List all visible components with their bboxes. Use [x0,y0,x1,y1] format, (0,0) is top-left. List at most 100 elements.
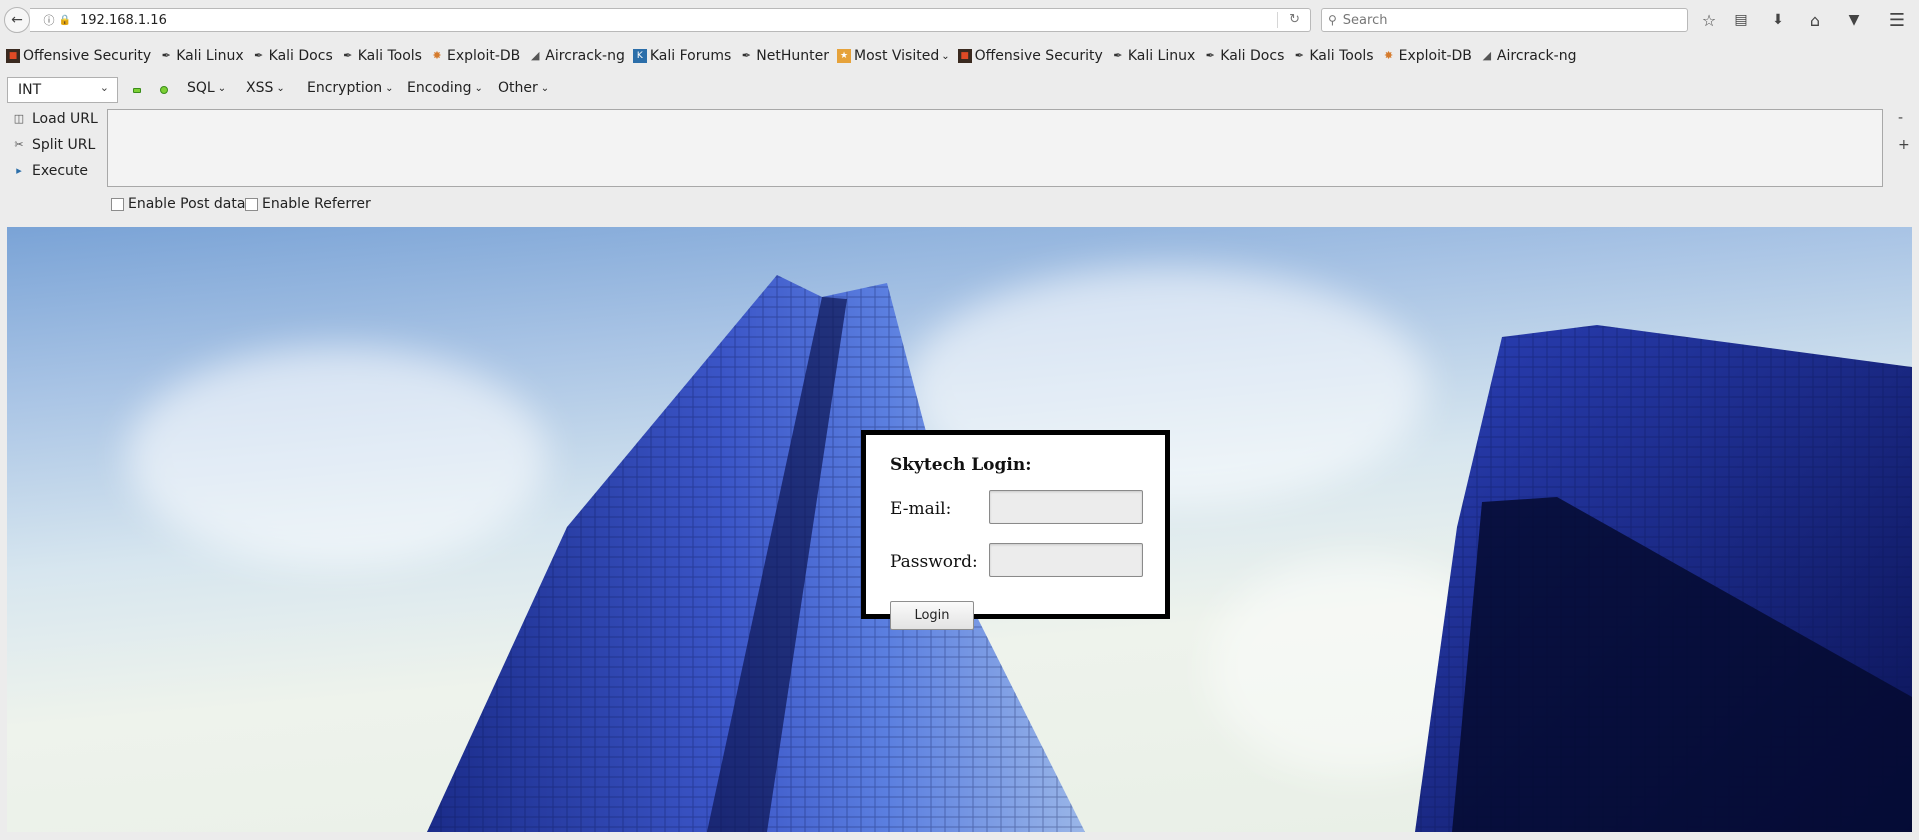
most-visited-icon: ★ [837,49,852,63]
kali-dragon-icon: ✒ [254,49,264,62]
bookmark-offensive-security[interactable]: ■ Offensive Security [957,48,1103,64]
bookmark-kali-docs[interactable]: ✒ Kali Docs [1203,48,1285,64]
load-url-button[interactable]: ◫ Load URL [12,111,98,127]
email-field[interactable] [989,490,1143,524]
load-url-icon: ◫ [13,112,25,125]
decrease-icon[interactable] [133,88,141,93]
bookmark-kali-linux[interactable]: ✒ Kali Linux [1111,48,1195,64]
shrink-textarea-button[interactable]: - [1898,110,1903,126]
kali-dragon-icon: ✒ [343,49,353,62]
bookmark-aircrack-ng[interactable]: ◢ Aircrack-ng [1480,48,1577,64]
hackbar-menu-encryption[interactable]: Encryption ⌄ [307,80,394,96]
bookmark-offensive-security[interactable]: ■ Offensive Security [6,48,151,64]
bookmark-label: Offensive Security [23,48,152,64]
search-bar[interactable]: ⚲ Search [1321,8,1688,32]
info-icon[interactable]: ⓘ [40,12,58,28]
bookmark-label: Kali Forums [649,48,732,64]
home-icon[interactable]: ⌂ [1804,9,1826,31]
search-placeholder[interactable]: Search [1343,13,1388,28]
back-arrow-icon[interactable]: ← [4,7,30,33]
checkbox-box[interactable] [245,197,258,211]
search-icon: ⚲ [1328,13,1337,27]
login-button[interactable]: Login [890,601,974,630]
menu-label: Encryption [307,80,383,96]
login-title: Skytech Login: [890,455,1032,475]
aircrack-icon: ◢ [1482,49,1492,62]
email-label: E-mail: [890,499,952,519]
password-field[interactable] [989,543,1143,577]
bookmark-kali-forums[interactable]: K Kali Forums [632,48,732,64]
chevron-down-icon: ⌄ [99,81,109,94]
exploit-db-icon: ✸ [1384,49,1394,62]
bookmark-kali-tools[interactable]: ✒ Kali Tools [341,48,422,64]
bookmarks-toolbar: ■ Offensive Security ✒ Kali Linux ✒ Kali Do… [6,46,1584,66]
bookmark-label: Aircrack-ng [1496,48,1577,64]
hamburger-menu-icon[interactable]: ☰ [1886,9,1908,31]
bookmark-kali-linux[interactable]: ✒ Kali Linux [159,48,244,64]
reload-icon[interactable]: ↻ [1289,12,1300,27]
chevron-down-icon: ⌄ [941,50,950,62]
hackbar-menu-xss[interactable]: XSS ⌄ [246,80,285,96]
scissors-icon: ✂ [14,138,24,151]
kali-dragon-icon: ✒ [1294,49,1304,62]
checkbox-label: Enable Referrer [262,196,371,212]
chevron-down-icon: ⌄ [276,82,285,94]
kali-forums-icon: K [632,49,647,63]
bookmark-star-icon[interactable]: ☆ [1698,9,1720,31]
password-label: Password: [890,552,978,572]
pocket-icon[interactable]: ▼ [1843,9,1865,31]
increase-icon[interactable] [160,86,168,94]
login-form: Skytech Login: E-mail: Password: Login [861,430,1170,630]
kali-dragon-icon: ✒ [1113,49,1123,62]
bookmark-label: Kali Linux [176,48,244,64]
kali-dragon-icon: ✒ [1205,49,1215,62]
expand-textarea-button[interactable]: + [1898,137,1910,153]
offensive-security-icon: ■ [957,49,972,63]
split-url-button[interactable]: ✂ Split URL [12,137,95,153]
bookmark-label: Aircrack-ng [545,48,625,64]
url-bar[interactable]: ⓘ 🔒 192.168.1.16 ↻ [30,8,1311,32]
execute-button[interactable]: ▸ Execute [12,163,88,179]
bookmark-label: NetHunter [756,48,830,64]
menu-label: Encoding [407,80,472,96]
bookmark-label: Kali Tools [357,48,422,64]
reading-list-icon[interactable]: ▤ [1730,9,1752,31]
bookmark-label: Kali Docs [1220,48,1285,64]
chevron-down-icon: ⌄ [474,82,483,94]
offensive-security-icon: ■ [6,49,20,63]
execute-label: Execute [32,163,88,179]
play-icon: ▸ [16,164,22,177]
bookmark-nethunter[interactable]: ✒ NetHunter [739,48,829,64]
menu-label: XSS [246,80,274,96]
bookmark-kali-docs[interactable]: ✒ Kali Docs [252,48,333,64]
url-text[interactable]: 192.168.1.16 [80,13,167,28]
url-divider [1277,12,1278,28]
hackbar-menu-sql[interactable]: SQL ⌄ [187,80,226,96]
bookmark-exploit-db[interactable]: ✸ Exploit-DB [1382,48,1472,64]
hackbar-menu-other[interactable]: Other ⌄ [498,80,549,96]
hackbar-select-value: INT [18,82,42,98]
bookmark-aircrack-ng[interactable]: ◢ Aircrack-ng [528,48,625,64]
bookmark-label: Most Visited [854,48,940,64]
download-icon[interactable]: ⬇ [1767,9,1789,31]
checkbox-box[interactable] [111,197,124,211]
hackbar-menu-encoding[interactable]: Encoding ⌄ [407,80,483,96]
hackbar-type-select[interactable]: INT ⌄ [7,77,118,103]
menu-label: SQL [187,80,215,96]
bookmark-label: Kali Docs [268,48,333,64]
kali-dragon-icon: ✒ [161,49,171,62]
checkbox-label: Enable Post data [128,196,246,212]
bookmark-kali-tools[interactable]: ✒ Kali Tools [1292,48,1374,64]
bookmark-exploit-db[interactable]: ✸ Exploit-DB [430,48,520,64]
bookmark-label: Exploit-DB [446,48,521,64]
enable-referrer-checkbox[interactable]: Enable Referrer [245,196,371,212]
enable-post-data-checkbox[interactable]: Enable Post data [111,196,245,212]
hackbar-url-textarea[interactable] [107,109,1883,187]
bookmark-label: Exploit-DB [1398,48,1472,64]
bookmark-most-visited[interactable]: ★ Most Visited ⌄ [837,48,950,64]
menu-label: Other [498,80,538,96]
chevron-down-icon: ⌄ [540,82,550,94]
split-url-label: Split URL [32,137,96,153]
insecure-lock-icon[interactable]: 🔒 [58,15,72,26]
bookmark-label: Kali Linux [1127,48,1196,64]
